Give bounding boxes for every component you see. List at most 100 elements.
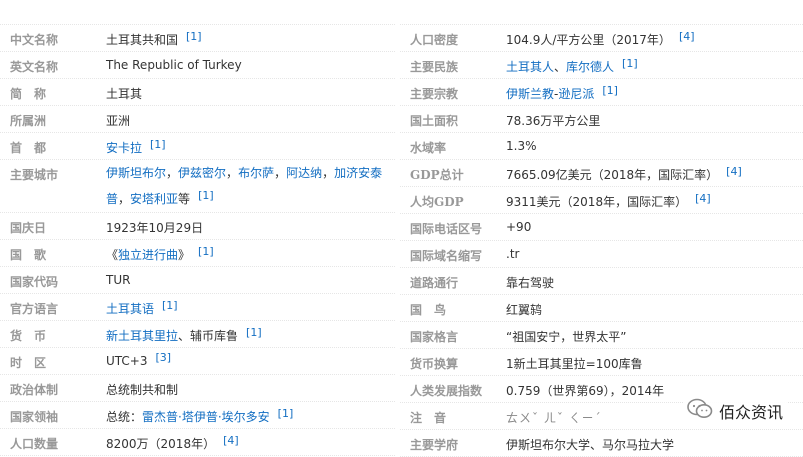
info-value: 78.36万平方公里 <box>506 112 600 129</box>
info-value: 1923年10月29日 <box>106 219 203 236</box>
info-row: 国际电话区号 +90 <box>400 214 803 241</box>
info-text: 总统： <box>106 410 143 424</box>
info-link[interactable]: 雷杰普·塔伊普·埃尔多安 <box>142 410 270 424</box>
info-row: 货 币 新土耳其里拉、辅币库鲁 [1] <box>0 321 395 348</box>
info-label: 人口密度 <box>410 33 459 47</box>
info-row: 时 区 UTC+3 [3] <box>0 348 395 375</box>
info-link[interactable]: 土耳其人 <box>506 60 554 74</box>
info-label: 国际电话区号 <box>410 222 483 236</box>
info-text: 78.36万平方公里 <box>506 114 601 128</box>
reference-link[interactable]: [1] <box>150 138 166 151</box>
info-text: .tr <box>506 247 520 261</box>
info-text: UTC+3 <box>106 354 148 368</box>
info-label: 注 音 <box>410 411 447 425</box>
reference-link[interactable]: [1] <box>246 326 262 339</box>
info-link[interactable]: 新土耳其里拉 <box>106 329 178 343</box>
info-value: 伊斯坦布尔，伊兹密尔，布尔萨，阿达纳，加济安泰普，安塔利亚等 [1] <box>106 160 391 213</box>
info-label: 时 区 <box>10 356 47 370</box>
info-text: “祖国安宁，世界太平” <box>506 330 627 344</box>
info-row: 国家格言 “祖国安宁，世界太平” <box>400 322 803 349</box>
info-label: 国际域名缩写 <box>410 249 483 263</box>
info-link[interactable]: 库尔德人 <box>566 60 614 74</box>
info-text: 7665.09亿美元（2018年，国际汇率） <box>506 168 719 182</box>
info-label: 国 鸟 <box>410 303 447 317</box>
info-label: GDP总计 <box>410 168 464 182</box>
info-row: 简 称 土耳其 <box>0 79 395 106</box>
info-value: 红翼鸫 <box>506 301 542 318</box>
info-link[interactable]: 布尔萨 <box>238 166 274 180</box>
info-row: 水域率 1.3% <box>400 133 803 160</box>
reference-link[interactable]: [1] <box>186 30 202 43</box>
reference-link[interactable]: [1] <box>622 57 638 70</box>
info-text: 亚洲 <box>106 114 131 128</box>
info-row: 主要民族 土耳其人、库尔德人 [1] <box>400 52 803 79</box>
info-label: 国家格言 <box>410 330 459 344</box>
reference-link[interactable]: [1] <box>162 299 178 312</box>
reference-link[interactable]: [4] <box>223 434 239 447</box>
info-text: 土耳其 <box>106 87 143 101</box>
info-text: ， <box>226 166 239 180</box>
info-row: GDP总计 7665.09亿美元（2018年，国际汇率） [4] <box>400 160 803 187</box>
info-value: TUR <box>106 273 130 287</box>
info-label: 国 歌 <box>10 248 47 262</box>
basic-info-left-column: 中文名称 土耳其共和国 [1] 英文名称 The Republic of Turkey 简… <box>0 24 395 456</box>
reference-link[interactable]: [1] <box>198 245 214 258</box>
info-row: 道路通行 靠右驾驶 <box>400 268 803 295</box>
reference-link[interactable]: [4] <box>679 30 695 43</box>
info-row: 人口密度 104.9人/平方公里（2017年） [4] <box>400 24 803 52</box>
reference-link[interactable]: [1] <box>198 189 214 202</box>
info-link[interactable]: 独立进行曲 <box>118 248 178 262</box>
info-value: 0.759（世界第69），2014年 <box>506 382 664 399</box>
info-text: 9311美元（2018年，国际汇率） <box>506 195 688 209</box>
info-text: ， <box>274 166 287 180</box>
info-text: 、辅币库鲁 <box>178 329 239 343</box>
info-value: 7665.09亿美元（2018年，国际汇率） [4] <box>506 165 742 183</box>
info-link[interactable]: 伊斯坦布尔 <box>106 166 166 180</box>
info-label: 人口数量 <box>10 437 59 451</box>
info-row: 政治体制 总统制共和制 <box>0 375 395 402</box>
reference-link[interactable]: [1] <box>278 407 294 420</box>
info-label: 中文名称 <box>10 33 59 47</box>
info-label: 首 都 <box>10 141 47 155</box>
info-label: 人均GDP <box>410 195 464 209</box>
info-text: TUR <box>106 273 131 287</box>
info-label: 货 币 <box>10 329 47 343</box>
info-link[interactable]: 阿达纳 <box>286 166 322 180</box>
info-row: 国 鸟 红翼鸫 <box>400 295 803 322</box>
info-value: The Republic of Turkey <box>106 58 242 72</box>
info-link[interactable]: 伊兹密尔 <box>178 166 226 180</box>
info-row: 国家领袖 总统：雷杰普·塔伊普·埃尔多安 [1] <box>0 402 395 429</box>
info-text: 、 <box>554 60 567 74</box>
reference-link[interactable]: [4] <box>695 192 711 205</box>
info-value: 8200万（2018年） [4] <box>106 434 239 452</box>
info-label: 主要城市 <box>10 168 59 182</box>
info-value: .tr <box>506 247 519 261</box>
info-label: 国土面积 <box>410 114 459 128</box>
info-value: 土耳其语 [1] <box>106 299 178 317</box>
info-text: 靠右驾驶 <box>506 276 555 290</box>
info-value: 新土耳其里拉、辅币库鲁 [1] <box>106 326 262 344</box>
info-row: 货币换算 1新土耳其里拉=100库鲁 <box>400 349 803 376</box>
info-text: ㄊㄨˇ ㄦˇ ㄑㄧˊ <box>506 411 602 425</box>
info-value: 9311美元（2018年，国际汇率） [4] <box>506 192 711 210</box>
info-row: 国土面积 78.36万平方公里 <box>400 106 803 133</box>
info-label: 道路通行 <box>410 276 459 290</box>
info-label: 主要宗教 <box>410 87 459 101</box>
info-label: 人类发展指数 <box>410 384 483 398</box>
info-label: 简 称 <box>10 87 47 101</box>
reference-link[interactable]: [3] <box>155 351 171 364</box>
info-link[interactable]: 逊尼派 <box>558 87 594 101</box>
info-value: ㄊㄨˇ ㄦˇ ㄑㄧˊ <box>506 409 602 426</box>
info-value: 总统：雷杰普·塔伊普·埃尔多安 [1] <box>106 407 294 425</box>
info-link[interactable]: 安塔利亚 <box>130 192 178 206</box>
info-link[interactable]: 安卡拉 <box>106 141 142 155</box>
info-label: 水域率 <box>410 141 447 155</box>
info-label: 主要民族 <box>410 60 459 74</box>
info-row: 英文名称 The Republic of Turkey <box>0 52 395 79</box>
info-link[interactable]: 伊斯兰教 <box>506 87 554 101</box>
reference-link[interactable]: [1] <box>602 84 618 97</box>
info-label: 英文名称 <box>10 60 59 74</box>
info-link[interactable]: 土耳其语 <box>106 302 154 316</box>
info-row: 人均GDP 9311美元（2018年，国际汇率） [4] <box>400 187 803 214</box>
reference-link[interactable]: [4] <box>726 165 742 178</box>
